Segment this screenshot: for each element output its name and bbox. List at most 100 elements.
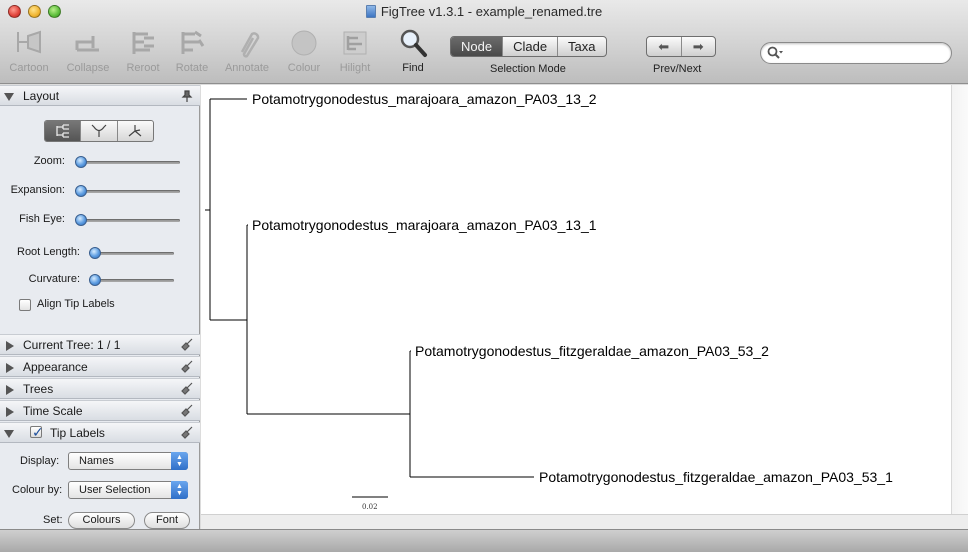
window-title-text: FigTree v1.3.1 - example_renamed.tre — [380, 4, 603, 19]
disclosure-right-icon[interactable] — [6, 385, 14, 395]
selection-mode-clade[interactable]: Clade — [503, 37, 559, 56]
radial-layout-button[interactable] — [118, 121, 153, 141]
display-select-value: Names — [79, 455, 114, 467]
pin-icon[interactable] — [180, 404, 194, 418]
polar-tree-icon — [91, 124, 107, 137]
selection-mode-taxa[interactable]: Taxa — [558, 37, 605, 56]
reroot-button[interactable]: Reroot — [117, 28, 169, 74]
rotate-button[interactable]: Rotate — [166, 28, 218, 74]
collapse-label: Collapse — [66, 62, 110, 74]
root-length-slider-knob[interactable] — [89, 247, 101, 259]
display-select[interactable]: Names ▲ ▼ — [68, 452, 188, 470]
time-scale-panel-header[interactable]: Time Scale — [0, 400, 200, 421]
trees-panel-header[interactable]: Trees — [0, 378, 200, 399]
pin-icon[interactable] — [180, 360, 194, 374]
selection-mode-node[interactable]: Node — [451, 37, 504, 56]
pin-icon[interactable] — [180, 338, 194, 352]
hilight-label: Hilight — [339, 62, 371, 74]
tree-canvas[interactable]: Potamotrygonodestus_marajoara_amazon_PA0… — [201, 85, 968, 529]
find-button[interactable]: Find — [387, 28, 439, 74]
zoom-slider-knob[interactable] — [75, 156, 87, 168]
disclosure-right-icon[interactable] — [6, 407, 14, 417]
tip-label[interactable]: Potamotrygonodestus_fitzgeraldae_amazon_… — [539, 469, 893, 485]
zoom-label: Zoom: — [33, 155, 65, 167]
prev-next-control: ⬅ ➡ — [646, 36, 716, 57]
colour-by-select[interactable]: User Selection ▲ ▼ — [68, 481, 188, 499]
colour-circle-icon — [291, 30, 317, 56]
fisheye-label: Fish Eye: — [19, 213, 65, 225]
tip-labels-checkbox[interactable] — [30, 423, 44, 443]
polar-layout-button[interactable] — [81, 121, 118, 141]
search-field[interactable] — [760, 42, 952, 64]
colours-button[interactable]: Colours — [68, 512, 135, 529]
align-tip-labels-checkbox[interactable] — [19, 299, 31, 311]
radial-tree-icon — [128, 125, 142, 137]
rectangular-tree-icon — [56, 124, 69, 138]
curvature-label: Curvature: — [28, 273, 80, 285]
current-tree-label: Current Tree: 1 / 1 — [23, 338, 121, 352]
tip-labels-panel-header[interactable]: Tip Labels — [0, 422, 200, 443]
pin-icon[interactable] — [180, 89, 194, 103]
colour-button[interactable]: Colour — [278, 28, 330, 74]
disclosure-down-icon[interactable] — [4, 430, 14, 438]
disclosure-right-icon[interactable] — [6, 341, 14, 351]
tip-label[interactable]: Potamotrygonodestus_fitzgeraldae_amazon_… — [415, 343, 769, 359]
next-button[interactable]: ➡ — [682, 37, 716, 56]
arrow-left-icon: ⬅ — [658, 38, 670, 54]
pin-icon[interactable] — [180, 426, 194, 440]
search-icon — [767, 46, 783, 59]
root-length-slider-track[interactable] — [92, 252, 174, 255]
colour-by-label: Colour by: — [12, 484, 63, 496]
expansion-slider-knob[interactable] — [75, 185, 87, 197]
collapse-icon — [75, 36, 99, 52]
control-sidebar: Layout Zoom: Expansion: Fish Eye: Root L… — [0, 85, 200, 529]
disclosure-down-icon[interactable] — [4, 93, 14, 101]
window-toolbar: FigTree v1.3.1 - example_renamed.tre Car… — [0, 0, 968, 84]
window-title: FigTree v1.3.1 - example_renamed.tre — [0, 4, 968, 19]
appearance-label: Appearance — [23, 360, 88, 374]
fisheye-slider-knob[interactable] — [75, 214, 87, 226]
zoom-slider-track[interactable] — [78, 161, 180, 164]
document-icon — [365, 5, 376, 18]
set-label: Set: — [43, 514, 63, 526]
root-length-slider-row: Root Length: — [0, 245, 200, 261]
curvature-slider-track[interactable] — [92, 279, 174, 282]
colour-label: Colour — [287, 62, 321, 74]
expansion-slider-row: Expansion: — [0, 183, 200, 199]
expansion-slider-track[interactable] — [78, 190, 180, 193]
font-button[interactable]: Font — [144, 512, 190, 529]
phylogenetic-tree[interactable] — [201, 85, 952, 529]
prev-button[interactable]: ⬅ — [647, 37, 682, 56]
expansion-label: Expansion: — [10, 184, 65, 196]
colour-by-select-value: User Selection — [79, 484, 151, 496]
layout-panel-header[interactable]: Layout — [0, 85, 200, 106]
annotate-button[interactable]: Annotate — [221, 28, 273, 74]
hilight-button[interactable]: Hilight — [329, 28, 381, 74]
reroot-label: Reroot — [126, 62, 160, 74]
hilight-icon — [343, 31, 367, 55]
tip-labels-label: Tip Labels — [50, 426, 105, 440]
appearance-panel-header[interactable]: Appearance — [0, 356, 200, 377]
trees-label: Trees — [23, 382, 54, 396]
current-tree-panel-header[interactable]: Current Tree: 1 / 1 — [0, 334, 200, 355]
search-input[interactable] — [787, 45, 945, 61]
fisheye-slider-track[interactable] — [78, 219, 180, 222]
zoom-slider-row: Zoom: — [0, 154, 200, 170]
window-status-bar — [0, 529, 968, 552]
find-label: Find — [402, 62, 424, 74]
prev-next-caption: Prev/Next — [653, 63, 702, 75]
rectangular-layout-button[interactable] — [45, 121, 82, 141]
disclosure-right-icon[interactable] — [6, 363, 14, 373]
tip-label[interactable]: Potamotrygonodestus_marajoara_amazon_PA0… — [252, 217, 597, 233]
tree-layout-selector — [44, 120, 154, 142]
display-label: Display: — [20, 455, 60, 467]
popup-arrows-icon: ▲ ▼ — [171, 481, 188, 499]
cartoon-button[interactable]: Cartoon — [3, 28, 55, 74]
curvature-slider-knob[interactable] — [89, 274, 101, 286]
magnifier-icon — [400, 29, 427, 57]
tip-label[interactable]: Potamotrygonodestus_marajoara_amazon_PA0… — [252, 91, 597, 107]
pin-icon[interactable] — [180, 382, 194, 396]
collapse-button[interactable]: Collapse — [62, 28, 114, 74]
scale-bar-label: 0.02 — [362, 503, 378, 511]
paperclip-icon — [240, 32, 260, 58]
